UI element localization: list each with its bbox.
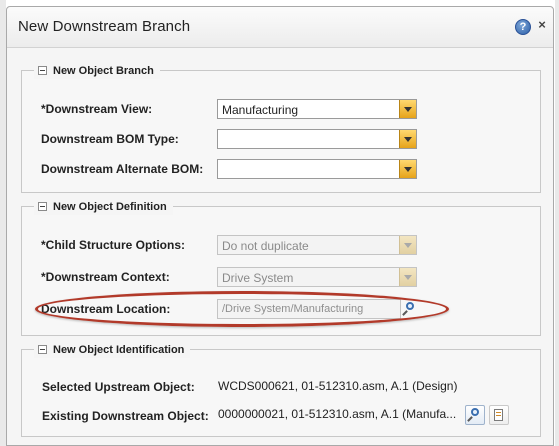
new-object-identification-section: New Object Identification Selected Upstr… bbox=[21, 342, 541, 437]
downstream-context-label: *Downstream Context: bbox=[41, 270, 170, 284]
existing-downstream-object-label: Existing Downstream Object: bbox=[42, 409, 209, 423]
downstream-bom-type-label: Downstream BOM Type: bbox=[41, 132, 179, 146]
downstream-view-select[interactable]: Manufacturing bbox=[217, 99, 417, 119]
new-downstream-branch-dialog: New Downstream Branch ? × New Object Bra… bbox=[6, 6, 554, 446]
child-structure-options-value: Do not duplicate bbox=[222, 239, 309, 253]
downstream-context-select: Drive System bbox=[217, 267, 417, 287]
downstream-view-label: *Downstream View: bbox=[41, 102, 153, 116]
highlight-annotation bbox=[35, 291, 449, 327]
search-icon bbox=[471, 408, 479, 416]
new-object-definition-legend[interactable]: New Object Definition bbox=[34, 199, 173, 215]
dropdown-arrow-icon bbox=[399, 236, 416, 254]
help-icon[interactable]: ? bbox=[515, 19, 531, 35]
child-structure-options-label: *Child Structure Options: bbox=[41, 238, 185, 252]
downstream-alternate-bom-label: Downstream Alternate BOM: bbox=[41, 162, 204, 176]
search-icon-wrapper bbox=[467, 406, 483, 424]
dropdown-arrow-icon bbox=[399, 268, 416, 286]
child-structure-options-select: Do not duplicate bbox=[217, 235, 417, 255]
section-title: New Object Identification bbox=[53, 344, 185, 356]
collapse-icon[interactable] bbox=[38, 202, 47, 211]
new-object-identification-legend[interactable]: New Object Identification bbox=[34, 342, 191, 358]
section-title: New Object Branch bbox=[53, 65, 154, 77]
background-right bbox=[555, 0, 559, 446]
downstream-alternate-bom-select[interactable] bbox=[217, 159, 417, 179]
collapse-icon[interactable] bbox=[38, 66, 47, 75]
collapse-icon[interactable] bbox=[38, 345, 47, 354]
close-icon[interactable]: × bbox=[536, 17, 548, 33]
find-downstream-object-button[interactable] bbox=[465, 405, 485, 425]
dropdown-arrow-icon[interactable] bbox=[399, 160, 416, 178]
dialog-title: New Downstream Branch bbox=[18, 18, 191, 35]
new-object-branch-legend[interactable]: New Object Branch bbox=[34, 63, 160, 79]
selected-upstream-object-label: Selected Upstream Object: bbox=[42, 380, 195, 394]
dropdown-arrow-icon[interactable] bbox=[399, 130, 416, 148]
downstream-bom-type-select[interactable] bbox=[217, 129, 417, 149]
existing-downstream-object-value: 0000000021, 01-512310.asm, A.1 (Manufa..… bbox=[218, 407, 457, 421]
search-icon-handle bbox=[467, 416, 473, 422]
downstream-view-value: Manufacturing bbox=[222, 103, 299, 117]
section-title: New Object Definition bbox=[53, 201, 167, 213]
downstream-context-value: Drive System bbox=[222, 271, 294, 285]
new-object-branch-section: New Object Branch *Downstream View: Manu… bbox=[21, 63, 541, 193]
selected-upstream-object-value: WCDS000621, 01-512310.asm, A.1 (Design) bbox=[218, 379, 458, 393]
open-downstream-object-button[interactable] bbox=[489, 405, 509, 425]
dropdown-arrow-icon[interactable] bbox=[399, 100, 416, 118]
dialog-titlebar: New Downstream Branch ? × bbox=[7, 7, 553, 48]
document-icon bbox=[494, 409, 503, 421]
